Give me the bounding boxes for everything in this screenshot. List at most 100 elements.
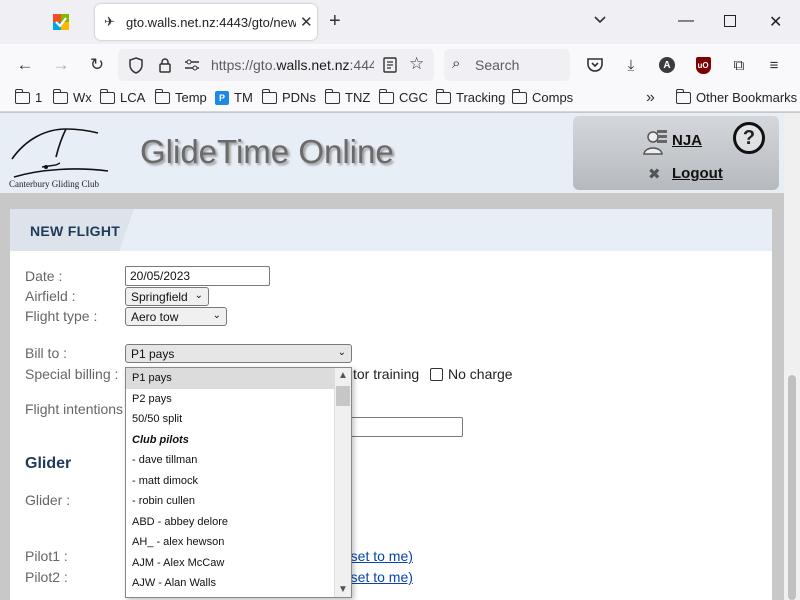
bookmark-folder-1[interactable]: 1	[14, 88, 43, 105]
reload-icon[interactable]: ↻	[86, 54, 108, 76]
dropdown-option[interactable]: - matt dimock	[126, 471, 335, 492]
extensions-icon[interactable]: ⧉	[729, 55, 749, 75]
chevron-down-icon: ⌄	[194, 290, 203, 301]
bookmark-tm[interactable]: P TM	[215, 90, 253, 105]
airfield-select[interactable]: Springfield ⌄	[125, 287, 209, 306]
flight-intentions-label: Flight intentions	[25, 401, 124, 417]
star-bookmark-icon[interactable]: ☆	[409, 54, 424, 74]
reader-view-icon[interactable]	[383, 57, 397, 73]
chevron-down-icon: ⌄	[212, 310, 221, 321]
close-window-icon[interactable]: ✕	[769, 12, 782, 32]
folder-icon	[324, 88, 340, 104]
flight-intentions-input[interactable]	[350, 417, 463, 437]
bookmark-label: TM	[234, 90, 253, 105]
dropdown-option[interactable]: P2 pays	[126, 389, 335, 410]
tm-site-icon: P	[215, 90, 229, 105]
chevron-down-icon: ⌄	[337, 347, 346, 358]
bill-to-dropdown-list[interactable]: P1 pays P2 pays 50/50 split Club pilots - da…	[125, 367, 352, 598]
instructor-training-label: tor training	[353, 366, 420, 382]
no-charge-checkbox[interactable]: No charge	[430, 366, 513, 382]
downloads-icon[interactable]: ⤓	[621, 55, 641, 75]
page-scrollbar[interactable]	[784, 113, 800, 600]
bookmarks-overflow-icon[interactable]: »	[646, 89, 655, 107]
bookmark-label: PDNs	[282, 90, 316, 105]
dropdown-option[interactable]: AH_ - alex hewson	[126, 532, 335, 553]
maximize-icon[interactable]	[724, 15, 736, 27]
new-tab-icon[interactable]: +	[329, 10, 341, 33]
bookmark-label: CGC	[399, 90, 428, 105]
logout-icon[interactable]: ✖	[648, 165, 661, 183]
account-icon[interactable]: A	[657, 55, 677, 75]
bookmark-folder-lca[interactable]: LCA	[99, 88, 145, 105]
other-bookmarks-label: Other Bookmarks	[696, 90, 798, 105]
pilot1-label: Pilot1 :	[25, 548, 68, 564]
folder-icon	[99, 88, 115, 104]
other-bookmarks-folder[interactable]: Other Bookmarks	[675, 88, 798, 105]
dropdown-option[interactable]: AJW - Alan Walls	[126, 573, 335, 594]
checkbox-box[interactable]	[430, 367, 443, 381]
bookmark-label: TNZ	[345, 90, 371, 105]
bookmark-label: Wx	[73, 90, 92, 105]
bookmark-folder-temp[interactable]: Temp	[154, 88, 207, 105]
bookmark-label: Temp	[175, 90, 207, 105]
date-label: Date :	[25, 268, 63, 284]
bill-to-value: P1 pays	[131, 347, 175, 361]
ublock-badge: uO	[695, 56, 711, 74]
pilot2-set-to-me-link[interactable]: (set to me)	[346, 569, 413, 585]
dropdown-option[interactable]: AJM - Alex McCaw	[126, 553, 335, 574]
dropdown-option[interactable]: 50/50 split	[126, 409, 335, 430]
bookmark-folder-pdns[interactable]: PDNs	[261, 88, 316, 105]
dropdown-option[interactable]: - dave tillman	[126, 450, 335, 471]
list-tabs-icon[interactable]	[592, 12, 608, 28]
shield-icon[interactable]	[128, 57, 144, 74]
address-bar[interactable]: https://gto.walls.net.nz:4443/gto/new_fl…	[118, 49, 434, 81]
bookmark-folder-tracking[interactable]: Tracking	[435, 88, 506, 105]
user-profile-link[interactable]: NJA	[672, 132, 702, 149]
bookmark-folder-comps[interactable]: Comps	[511, 88, 573, 105]
url-prefix: https://gto.	[211, 57, 277, 73]
bill-to-select[interactable]: P1 pays ⌄	[125, 344, 352, 363]
folder-icon	[52, 88, 68, 104]
bill-to-label: Bill to :	[25, 345, 68, 361]
todo-app-icon[interactable]	[52, 13, 70, 31]
ublock-icon[interactable]: uO	[693, 55, 713, 75]
bookmark-label: 1	[35, 90, 43, 105]
back-arrow-icon[interactable]: ←	[14, 54, 36, 76]
url-text[interactable]: https://gto.walls.net.nz:4443/gto/new_fl…	[211, 57, 374, 73]
bookmark-folder-wx[interactable]: Wx	[52, 88, 92, 105]
date-input[interactable]: 20/05/2023	[125, 266, 270, 286]
close-tab-icon[interactable]: ✕	[300, 13, 313, 31]
logout-link[interactable]: Logout	[672, 165, 723, 182]
site-title: GlideTime Online	[140, 133, 394, 170]
dropdown-option[interactable]: - robin cullen	[126, 491, 335, 512]
bookmark-folder-tnz[interactable]: TNZ	[324, 88, 371, 105]
bookmark-folder-cgc[interactable]: CGC	[378, 88, 428, 105]
pocket-icon[interactable]	[585, 55, 605, 75]
flight-type-select[interactable]: Aero tow ⌄	[125, 307, 227, 326]
scroll-down-icon[interactable]: ▼	[338, 584, 348, 595]
help-icon[interactable]: ?	[733, 122, 765, 154]
glider-section-title: Glider	[25, 455, 72, 472]
bookmark-label: Tracking	[456, 90, 506, 105]
permissions-icon[interactable]	[184, 58, 200, 72]
folder-icon	[675, 88, 691, 104]
lock-icon[interactable]	[158, 57, 172, 73]
url-domain: walls.net.nz	[276, 57, 350, 73]
forward-arrow-icon[interactable]: →	[50, 54, 72, 76]
dropdown-option[interactable]: P1 pays	[126, 368, 335, 389]
tab-title: gto.walls.net.nz:4443/gto/new_flight	[126, 14, 296, 30]
dropdown-scroll-thumb[interactable]	[336, 386, 350, 406]
folder-icon	[154, 88, 170, 104]
minimize-icon[interactable]: —	[678, 12, 694, 30]
hamburger-menu-icon[interactable]: ≡	[764, 55, 784, 75]
pilot1-set-to-me-link[interactable]: (set to me)	[346, 548, 413, 564]
dropdown-option[interactable]: ABD - abbey delore	[126, 512, 335, 533]
search-box[interactable]: ⌕ Search	[444, 49, 570, 81]
dropdown-scrollbar[interactable]: ▲ ▼	[334, 368, 351, 597]
page-scrollbar-thumb[interactable]	[788, 375, 796, 600]
scroll-up-icon[interactable]: ▲	[338, 370, 348, 381]
dropdown-options: P1 pays P2 pays 50/50 split Club pilots - da…	[126, 368, 351, 594]
special-billing-label: Special billing :	[25, 366, 119, 382]
web-page: Canterbury Gliding Club GlideTime Online…	[0, 113, 800, 600]
active-tab[interactable]: ✈ gto.walls.net.nz:4443/gto/new_flight ✕	[95, 4, 317, 40]
